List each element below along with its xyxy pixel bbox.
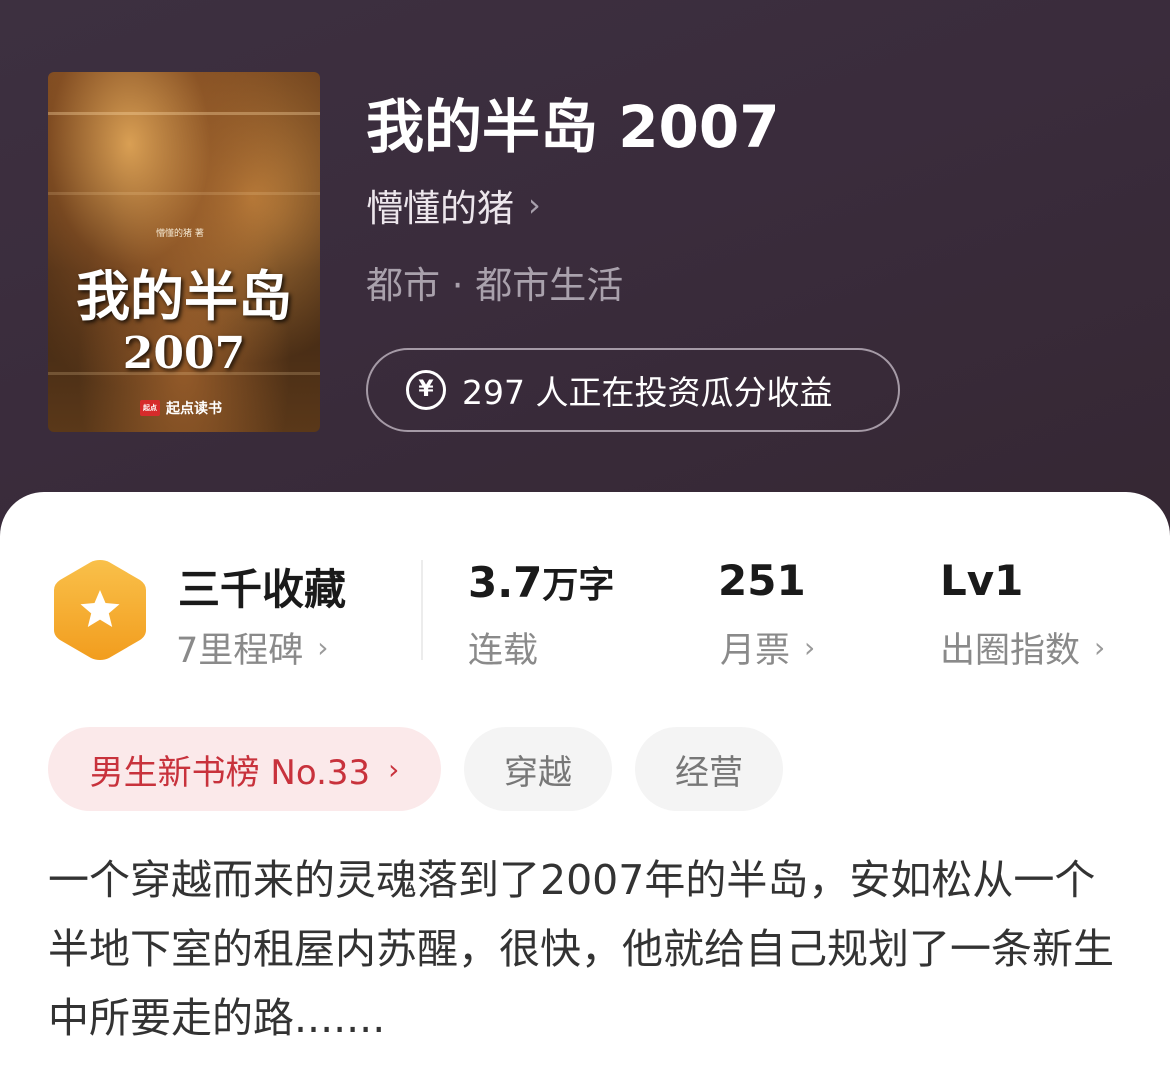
chevron-right-icon: ›: [804, 631, 816, 664]
milestone-link[interactable]: 7里程碑 ›: [176, 622, 328, 673]
invest-button[interactable]: ¥ 297 人正在投资瓜分收益: [366, 348, 900, 432]
rank-tag[interactable]: 男生新书榜 No.33 ›: [48, 727, 441, 811]
cover-brand: 起点 起点读书: [140, 398, 222, 418]
author-link[interactable]: 懵懂的猪 ›: [366, 178, 541, 232]
rank-label: 男生新书榜 No.33: [89, 752, 371, 793]
monthly-ticket-stat: 251: [718, 556, 806, 605]
tag-management[interactable]: 经营: [635, 727, 783, 811]
chevron-right-icon: ›: [388, 752, 400, 786]
star-hexagon-icon[interactable]: [48, 556, 152, 664]
cover-texture: [48, 112, 320, 115]
book-title: 我的半岛 2007: [366, 93, 780, 161]
popularity-level-stat: Lv1: [940, 556, 1024, 605]
yen-coin-icon: ¥: [406, 370, 446, 410]
word-count-stat: 3.7万字: [468, 556, 614, 608]
cover-title: 我的半岛: [76, 264, 292, 328]
serial-label: 连载: [468, 631, 539, 671]
monthly-ticket-link[interactable]: 月票 ›: [720, 622, 815, 673]
cover-year: 2007: [122, 328, 246, 379]
popularity-index-label: 出圈指数: [940, 631, 1081, 671]
qidian-logo-icon: 起点: [140, 400, 160, 416]
chevron-right-icon: ›: [317, 631, 329, 664]
book-cover[interactable]: 懵懂的猪 著 我的半岛 2007 起点 起点读书: [48, 72, 320, 432]
tag-time-travel[interactable]: 穿越: [464, 727, 612, 811]
cover-author: 懵懂的猪 著: [156, 229, 204, 239]
chevron-right-icon: ›: [1094, 631, 1106, 664]
milestone-label: 7里程碑: [176, 631, 304, 671]
chevron-right-icon: ›: [528, 186, 541, 224]
stat-divider: [421, 560, 423, 660]
collection-stat: 三千收藏: [178, 565, 347, 614]
monthly-ticket-label: 月票: [720, 631, 791, 671]
word-count-value: 3.7: [468, 558, 543, 607]
book-header: 懵懂的猪 著 我的半岛 2007 起点 起点读书 我的半岛 2007 懵懂的猪 …: [0, 0, 1170, 560]
invest-label: 297 人正在投资瓜分收益: [462, 373, 833, 412]
serial-status: 连载: [468, 622, 538, 673]
genre-label: 都市 · 都市生活: [366, 264, 624, 307]
book-description[interactable]: 一个穿越而来的灵魂落到了2007年的半岛，安如松从一个半地下室的租屋内苏醒，很快…: [48, 846, 1128, 1053]
cover-brand-label: 起点读书: [166, 401, 222, 417]
popularity-index-link[interactable]: 出圈指数 ›: [940, 622, 1105, 673]
word-count-unit: 万字: [542, 565, 615, 606]
cover-texture: [48, 192, 320, 195]
author-name: 懵懂的猪: [366, 187, 514, 230]
